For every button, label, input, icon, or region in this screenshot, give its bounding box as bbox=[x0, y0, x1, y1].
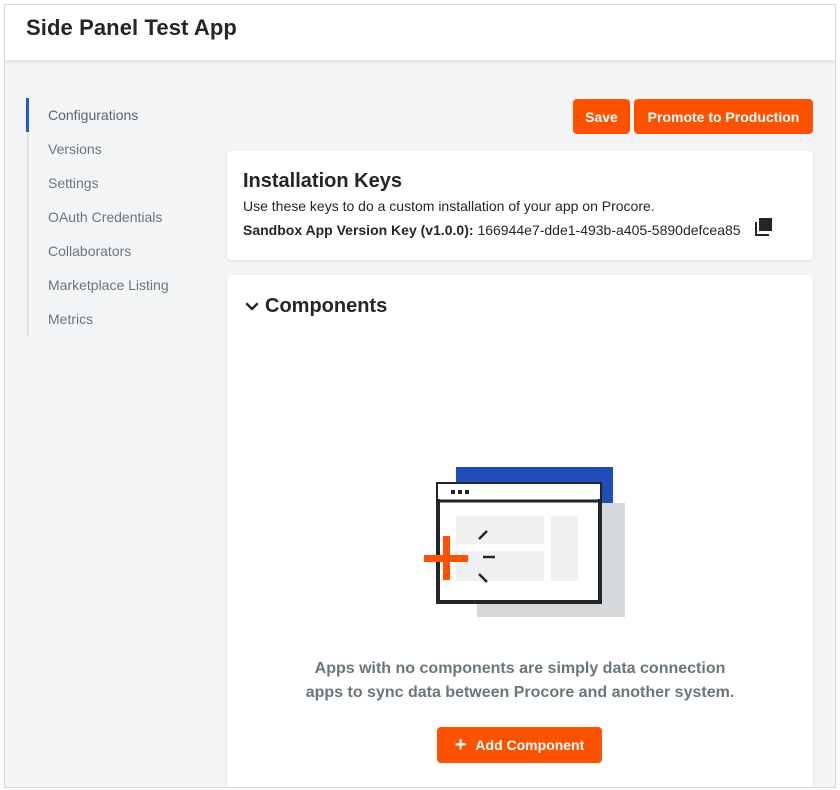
sandbox-key-value: 166944e7-dde1-493b-a405-5890defcea85 bbox=[477, 222, 741, 238]
installation-keys-description: Use these keys to do a custom installati… bbox=[243, 198, 655, 214]
sidebar-nav: Configurations Versions Settings OAuth C… bbox=[26, 98, 209, 336]
app-title: Side Panel Test App bbox=[26, 15, 237, 40]
header: Side Panel Test App bbox=[5, 5, 835, 60]
copy-icon[interactable] bbox=[753, 217, 773, 237]
empty-components-illustration bbox=[424, 467, 625, 617]
installation-keys-card: Installation Keys Use these keys to do a… bbox=[227, 151, 813, 260]
sidebar-item-collaborators[interactable]: Collaborators bbox=[26, 234, 209, 268]
empty-state-message: Apps with no components are simply data … bbox=[227, 657, 813, 705]
components-toggle[interactable]: Components bbox=[245, 295, 387, 318]
sidebar-item-configurations[interactable]: Configurations bbox=[26, 98, 209, 132]
sidebar-item-oauth-credentials[interactable]: OAuth Credentials bbox=[26, 200, 209, 234]
empty-state-line-2: apps to sync data between Procore and an… bbox=[305, 684, 735, 701]
sidebar-item-settings[interactable]: Settings bbox=[26, 166, 209, 200]
sandbox-key-row: Sandbox App Version Key (v1.0.0): 166944… bbox=[243, 222, 741, 238]
add-component-button[interactable]: + Add Component bbox=[437, 727, 602, 763]
chevron-down-icon bbox=[245, 302, 259, 310]
plus-icon: + bbox=[454, 734, 467, 756]
app-window: Side Panel Test App Configurations Versi… bbox=[4, 4, 836, 788]
sidebar-item-marketplace-listing[interactable]: Marketplace Listing bbox=[26, 268, 209, 302]
save-button[interactable]: Save bbox=[573, 99, 630, 134]
sandbox-key-label: Sandbox App Version Key (v1.0.0): bbox=[243, 222, 474, 238]
components-title: Components bbox=[265, 295, 388, 317]
promote-to-production-button[interactable]: Promote to Production bbox=[634, 99, 813, 134]
sidebar-item-versions[interactable]: Versions bbox=[26, 132, 209, 166]
sidebar-item-metrics[interactable]: Metrics bbox=[26, 302, 209, 336]
empty-state-line-1: Apps with no components are simply data … bbox=[314, 660, 726, 677]
installation-keys-title: Installation Keys bbox=[243, 170, 402, 192]
components-card: Components Apps with no components are s… bbox=[227, 275, 813, 787]
add-component-label: Add Component bbox=[475, 737, 585, 753]
